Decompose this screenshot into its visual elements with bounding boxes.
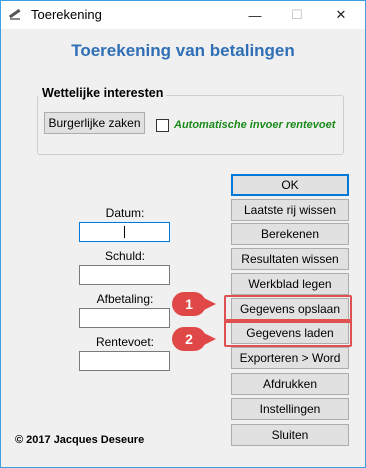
maximize-button[interactable]: ☐ — [277, 1, 317, 29]
window-title: Toerekening — [31, 7, 102, 22]
werkblad-legen-button[interactable]: Werkblad legen — [231, 273, 349, 295]
berekenen-button[interactable]: Berekenen — [231, 223, 349, 245]
title-bar[interactable]: Toerekening — ☐ ✕ — [1, 1, 365, 29]
callout-badge-2: 2 — [172, 327, 216, 351]
rentevoet-field[interactable] — [79, 351, 170, 371]
exporteren-word-button[interactable]: Exporteren > Word — [231, 347, 349, 369]
minimize-button[interactable]: — — [235, 1, 275, 29]
afbetaling-label: Afbetaling: — [96, 292, 154, 306]
ok-button[interactable]: OK — [231, 174, 349, 196]
auto-rate-checkbox[interactable] — [156, 119, 169, 132]
highlight-box-2 — [224, 319, 352, 347]
auto-rate-label: Automatische invoer rentevoet — [174, 119, 336, 131]
close-button[interactable]: ✕ — [321, 1, 361, 29]
page-title: Toerekening van betalingen — [71, 41, 295, 60]
rentevoet-label: Rentevoet: — [95, 335, 155, 349]
copyright-text: © 2017 Jacques Deseure — [15, 434, 145, 446]
schuld-field[interactable] — [79, 265, 170, 285]
app-icon — [8, 8, 21, 20]
instellingen-button[interactable]: Instellingen — [231, 398, 349, 420]
afbetaling-field[interactable] — [79, 308, 170, 328]
afdrukken-button[interactable]: Afdrukken — [231, 373, 349, 395]
laatste-rij-wissen-button[interactable]: Laatste rij wissen — [231, 199, 349, 221]
schuld-label: Schuld: — [104, 249, 146, 263]
callout-badge-1: 1 — [172, 292, 216, 316]
app-window: Toerekening — ☐ ✕ Toerekening van betali… — [0, 0, 366, 468]
burgerlijke-zaken-button[interactable]: Burgerlijke zaken — [44, 112, 145, 134]
text-caret — [124, 226, 125, 238]
group-title: Wettelijke interesten — [39, 86, 167, 100]
resultaten-wissen-button[interactable]: Resultaten wissen — [231, 248, 349, 270]
sluiten-button[interactable]: Sluiten — [231, 424, 349, 446]
datum-field[interactable] — [79, 222, 170, 242]
datum-label: Datum: — [105, 206, 145, 220]
